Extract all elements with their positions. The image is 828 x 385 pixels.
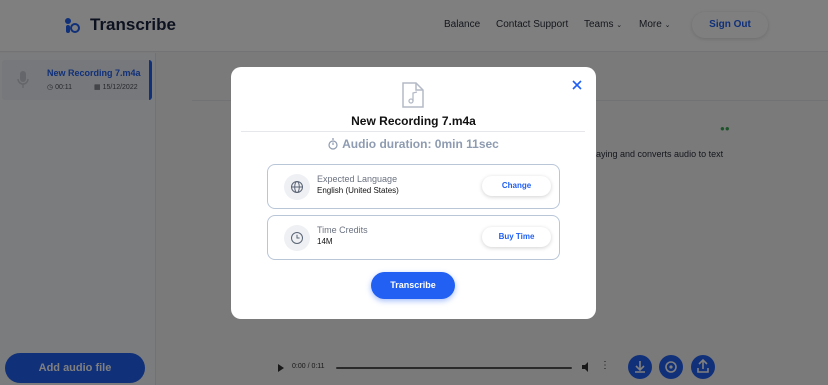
time-credits-label: Time Credits — [317, 225, 368, 235]
globe-icon-wrapper — [284, 174, 310, 200]
buy-time-button[interactable]: Buy Time — [482, 227, 551, 247]
audio-duration-text: Audio duration: 0min 11sec — [342, 137, 499, 151]
globe-icon — [291, 181, 303, 193]
modal-divider — [241, 131, 585, 132]
modal-title: New Recording 7.m4a — [351, 114, 476, 128]
expected-language-label: Expected Language — [317, 174, 398, 184]
clock-icon-wrapper — [284, 225, 310, 251]
expected-language-value: English (United States) — [317, 186, 399, 195]
expected-language-card: Expected Language English (United States… — [267, 164, 560, 209]
audio-file-icon — [402, 82, 424, 108]
time-credits-value: 14M — [317, 237, 333, 246]
stopwatch-icon — [328, 138, 338, 150]
transcribe-modal: New Recording 7.m4a Audio duration: 0min… — [231, 67, 596, 319]
clock-icon — [291, 232, 303, 244]
transcribe-button[interactable]: Transcribe — [371, 272, 455, 299]
close-icon[interactable] — [571, 79, 583, 91]
audio-duration: Audio duration: 0min 11sec — [231, 137, 596, 151]
time-credits-card: Time Credits 14M Buy Time — [267, 215, 560, 260]
change-language-button[interactable]: Change — [482, 176, 551, 196]
